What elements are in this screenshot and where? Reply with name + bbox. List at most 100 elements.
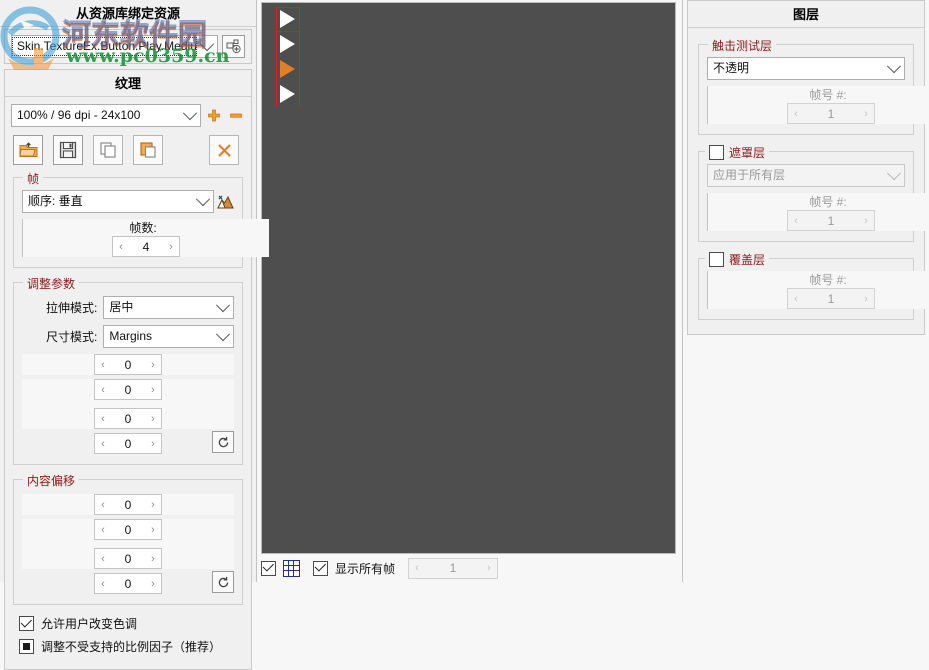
selected-frame-outline [276, 7, 300, 32]
adjust-bottom-value: 0 [111, 434, 145, 453]
chevron-down-icon[interactable] [197, 37, 217, 56]
spinner-left-icon[interactable]: ‹ [95, 434, 111, 453]
texture-title: 纹理 [5, 70, 251, 97]
spinner-left-icon[interactable]: ‹ [95, 409, 111, 428]
play-triangle-icon [280, 35, 295, 53]
adjust-right-spinner[interactable]: ‹ 0 › [94, 408, 162, 429]
spinner-right-icon: › [858, 211, 874, 230]
spinner-right-icon[interactable]: › [145, 434, 161, 453]
spinner-right-icon[interactable]: › [145, 574, 161, 593]
spinner-right-icon[interactable]: › [145, 409, 161, 428]
mask-mode-combo[interactable]: 应用于所有层 [707, 164, 905, 187]
show-all-frames-checkbox[interactable] [313, 561, 328, 576]
open-folder-button[interactable] [13, 135, 43, 165]
copy-button[interactable] [93, 135, 123, 165]
mask-frame-spinner[interactable]: ‹ 1 › [787, 210, 875, 231]
sprite-canvas[interactable] [261, 2, 676, 554]
offset-reset-button[interactable] [212, 571, 234, 593]
texture-resolution-combo[interactable]: 100% / 96 dpi - 24x100 [11, 104, 201, 127]
texture-options: 允许用户改变色调 调整不受支持的比例因子（推荐） [11, 611, 245, 655]
spinner-left-icon[interactable]: ‹ [95, 355, 111, 374]
size-mode-value: Margins [104, 327, 213, 346]
guide-line-left [276, 7, 277, 107]
overlay-frame-label: 帧号 #: [809, 271, 846, 288]
paste-button[interactable] [133, 135, 163, 165]
add-texture-button[interactable] [205, 106, 223, 125]
right-panel: 图层 触击测试层 不透明 帧号 #: ‹ 1 [682, 0, 929, 582]
frame-order-value: 顺序: 垂直 [23, 192, 193, 211]
scale-factor-checkbox[interactable] [19, 639, 34, 654]
adjust-bottom-spinner[interactable]: ‹ 0 › [94, 433, 162, 454]
frame-count-spinner[interactable]: ‹ 4 › [112, 236, 180, 257]
bind-resource-title: 从资源库绑定资源 [0, 0, 256, 27]
offset-top-spinner[interactable]: ‹ 0 › [94, 494, 162, 515]
center-panel: 显示所有帧 ‹ 1 › [257, 0, 682, 582]
offset-top-value: 0 [111, 495, 145, 514]
spinner-right-icon[interactable]: › [145, 520, 161, 539]
allow-tint-checkbox[interactable] [19, 616, 34, 631]
layers-title: 图层 [688, 1, 924, 28]
allow-tint-row[interactable]: 允许用户改变色调 [19, 615, 237, 632]
mask-frame-value: 1 [804, 211, 858, 230]
chevron-down-icon[interactable] [884, 59, 904, 78]
overlay-layer-groupbox: 覆盖层 帧号 #: ‹ 1 › [698, 258, 914, 320]
offset-left-spinner[interactable]: ‹ 0 › [94, 519, 162, 540]
show-grid-checkbox[interactable] [261, 561, 276, 576]
delete-button[interactable] [209, 135, 239, 165]
resource-combo[interactable]: Skin.TextureEx.Button.Play.Medium [11, 35, 218, 58]
frame-preview-icon[interactable] [217, 194, 234, 210]
spinner-left-icon[interactable]: ‹ [95, 574, 111, 593]
mask-frame-label: 帧号 #: [809, 193, 846, 210]
chevron-down-icon[interactable] [213, 298, 233, 317]
spinner-left-icon[interactable]: ‹ [95, 495, 111, 514]
frame-order-combo[interactable]: 顺序: 垂直 [22, 190, 214, 213]
chevron-down-icon[interactable] [193, 192, 213, 211]
scale-factor-row[interactable]: 调整不受支持的比例因子（推荐） [19, 638, 237, 655]
overlay-layer-legend: 覆盖层 [729, 251, 765, 268]
save-button[interactable] [53, 135, 83, 165]
frame-cell-3[interactable] [276, 57, 300, 82]
play-triangle-icon [280, 60, 295, 78]
chevron-down-icon[interactable] [180, 106, 200, 125]
hittest-frame-spinner[interactable]: ‹ 1 › [787, 103, 875, 124]
hittest-mode-combo[interactable]: 不透明 [707, 57, 905, 80]
scale-factor-label: 调整不受支持的比例因子（推荐） [41, 638, 221, 655]
overlay-frame-spinner[interactable]: ‹ 1 › [787, 288, 875, 309]
application-window: 从资源库绑定资源 Skin.TextureEx.Button.Play.Medi… [0, 0, 929, 582]
remove-texture-button[interactable] [227, 106, 245, 125]
hittest-layer-groupbox: 触击测试层 不透明 帧号 #: ‹ 1 › [698, 44, 914, 135]
bind-resource-icon[interactable] [222, 35, 245, 58]
spinner-right-icon: › [858, 104, 874, 123]
hittest-frame-label: 帧号 #: [809, 86, 846, 103]
frame-cell-4[interactable] [276, 82, 300, 107]
overlay-layer-checkbox[interactable] [709, 252, 724, 267]
frame-cell-1[interactable] [276, 7, 300, 32]
offset-left-value: 0 [111, 520, 145, 539]
size-mode-combo[interactable]: Margins [103, 325, 234, 348]
chevron-down-icon [884, 166, 904, 185]
spinner-left-icon[interactable]: ‹ [95, 520, 111, 539]
spinner-right-icon: › [858, 289, 874, 308]
mask-mode-value: 应用于所有层 [708, 166, 884, 185]
spinner-right-icon[interactable]: › [163, 237, 179, 256]
spinner-right-icon[interactable]: › [145, 355, 161, 374]
offset-right-spinner[interactable]: ‹ 0 › [94, 548, 162, 569]
current-frame-spinner[interactable]: ‹ 1 › [408, 558, 498, 579]
show-all-frames-label: 显示所有帧 [335, 560, 395, 577]
stretch-mode-combo[interactable]: 居中 [103, 296, 234, 319]
chevron-down-icon[interactable] [213, 327, 233, 346]
spinner-left-icon[interactable]: ‹ [95, 549, 111, 568]
offset-bottom-spinner[interactable]: ‹ 0 › [94, 573, 162, 594]
mask-layer-checkbox[interactable] [709, 145, 724, 160]
spinner-left-icon[interactable]: ‹ [95, 380, 111, 399]
adjust-left-spinner[interactable]: ‹ 0 › [94, 379, 162, 400]
frame-cell-2[interactable] [276, 32, 300, 57]
resource-combo-value: Skin.TextureEx.Button.Play.Medium [12, 37, 197, 56]
spinner-left-icon[interactable]: ‹ [113, 237, 129, 256]
adjust-top-spinner[interactable]: ‹ 0 › [94, 354, 162, 375]
spinner-right-icon[interactable]: › [145, 495, 161, 514]
adjust-reset-button[interactable] [212, 431, 234, 453]
spinner-right-icon[interactable]: › [145, 380, 161, 399]
spinner-right-icon[interactable]: › [145, 549, 161, 568]
grid-icon[interactable] [283, 560, 300, 577]
